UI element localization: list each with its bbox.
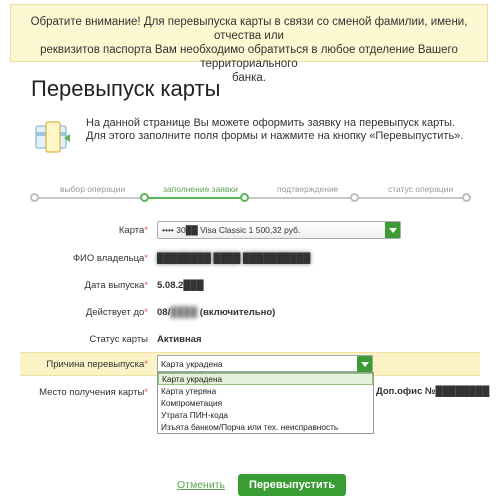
required-mark: * bbox=[144, 280, 148, 291]
chevron-down-icon[interactable] bbox=[385, 222, 400, 238]
required-mark: * bbox=[144, 225, 148, 236]
reason-option-compromised[interactable]: Компрометация bbox=[158, 397, 373, 409]
owner-value: ████████ ████ ██████████ bbox=[157, 253, 311, 264]
step-label-confirm: подтверждение bbox=[277, 184, 339, 194]
reason-option-stolen[interactable]: Карта украдена bbox=[158, 373, 373, 385]
required-mark: * bbox=[144, 253, 148, 264]
step-label-status: статус операции bbox=[388, 184, 454, 194]
notice-line-2: реквизитов паспорта Вам необходимо обрат… bbox=[40, 44, 458, 70]
reason-option-seized-damaged[interactable]: Изъятa банком/Порча или тех. неисправнос… bbox=[158, 421, 373, 433]
cancel-link[interactable]: Отменить bbox=[177, 479, 225, 491]
card-select-value: •••• 30██ Visa Classic 1 500,32 руб. bbox=[162, 225, 301, 235]
notice-line-1: Обратите внимание! Для перевыпуска карты… bbox=[30, 16, 468, 42]
issue-date-row: Дата выпуска* 5.08.2███ bbox=[0, 277, 500, 295]
owner-row: ФИО владельца* ████████ ████ ██████████ bbox=[0, 250, 500, 268]
valid-to-month: 08/ bbox=[157, 307, 171, 318]
reason-option-pin-lost[interactable]: Утрата ПИН-кода bbox=[158, 409, 373, 421]
step-label-fill-form: заполнение заявки bbox=[163, 184, 238, 194]
page-title: Перевыпуск карты bbox=[31, 76, 221, 101]
status-label: Статус карты bbox=[89, 334, 148, 345]
reason-select[interactable]: Карта украдена bbox=[157, 355, 373, 372]
step-dot bbox=[350, 193, 359, 202]
step-connector-active bbox=[140, 197, 240, 199]
progress-steps: выбор операции заполнение заявки подтвер… bbox=[30, 180, 471, 210]
valid-to-value: 08/████ (включительно) bbox=[157, 307, 275, 318]
card-reissue-icon bbox=[35, 121, 70, 153]
step-dot-active bbox=[140, 193, 149, 202]
step-dot bbox=[30, 193, 39, 202]
issue-date-label: Дата выпуска bbox=[84, 280, 145, 291]
step-connector bbox=[33, 197, 140, 199]
step-label-select-operation: выбор операции bbox=[60, 184, 126, 194]
valid-to-label: Действует до bbox=[85, 307, 145, 318]
valid-to-suffix: (включительно) bbox=[199, 307, 276, 318]
intro-text: На данной странице Вы можете оформить за… bbox=[86, 117, 464, 142]
card-label: Карта bbox=[118, 225, 145, 236]
owner-label: ФИО владельца bbox=[72, 253, 145, 264]
status-value: Активная bbox=[157, 334, 202, 345]
step-dot bbox=[462, 193, 471, 202]
reason-select-value: Карта украдена bbox=[161, 359, 223, 369]
required-mark: * bbox=[144, 359, 148, 370]
card-select[interactable]: •••• 30██ Visa Classic 1 500,32 руб. bbox=[157, 221, 401, 239]
valid-to-row: Действует до* 08/████ (включительно) bbox=[0, 304, 500, 322]
issue-date-value: 5.08.2███ bbox=[157, 280, 204, 291]
chevron-down-icon[interactable] bbox=[357, 356, 372, 372]
status-row: Статус карты Активная bbox=[0, 331, 500, 349]
reason-label: Причина перевыпуска bbox=[46, 359, 145, 370]
valid-to-year-blurred: ████ bbox=[170, 307, 198, 318]
reason-dropdown-list: Карта украдена Карта утеряна Компрометац… bbox=[157, 372, 374, 434]
pickup-value: Доп.офис №████████ bbox=[376, 386, 490, 397]
notice-banner: Обратите внимание! Для перевыпуска карты… bbox=[10, 4, 488, 84]
required-mark: * bbox=[144, 387, 148, 398]
required-mark: * bbox=[144, 307, 148, 318]
reissue-button[interactable]: Перевыпустить bbox=[238, 474, 346, 496]
pickup-label: Место получения карты bbox=[39, 387, 145, 398]
reason-option-lost[interactable]: Карта утеряна bbox=[158, 385, 373, 397]
step-dot-active bbox=[240, 193, 249, 202]
